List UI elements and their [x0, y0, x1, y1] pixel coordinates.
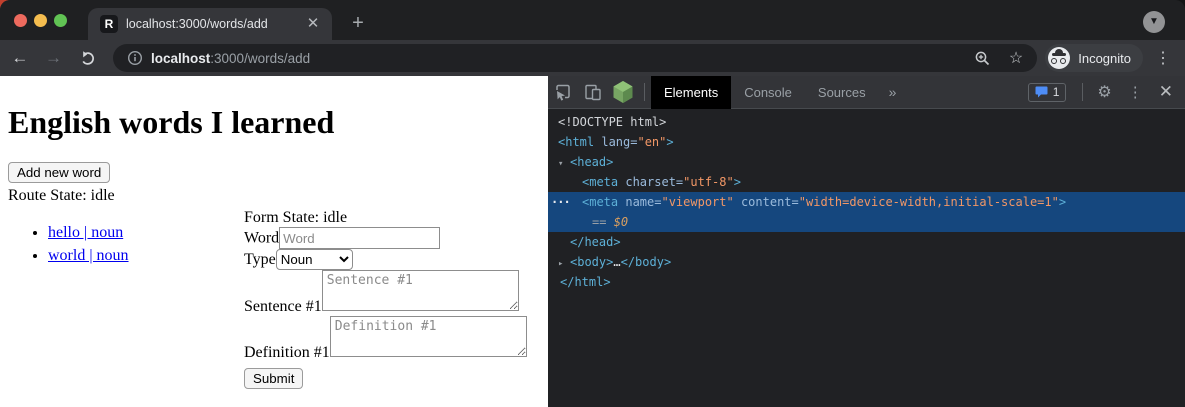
- browser-menu-icon[interactable]: ⋮: [1155, 48, 1171, 68]
- route-state-text: Route State: idle: [8, 187, 540, 205]
- type-label: Type: [244, 251, 276, 268]
- browser-tab[interactable]: R localhost:3000/words/add ✕: [88, 8, 332, 40]
- remix-favicon-icon: R: [100, 15, 118, 33]
- window-close-button[interactable]: [14, 14, 27, 27]
- new-tab-button[interactable]: +: [344, 10, 372, 38]
- page-title: English words I learned: [8, 104, 540, 141]
- reload-button[interactable]: [73, 50, 101, 67]
- submit-button[interactable]: Submit: [244, 368, 303, 389]
- devtools-close-icon[interactable]: ✕: [1151, 82, 1185, 102]
- tab-sources[interactable]: Sources: [805, 76, 879, 109]
- issues-count: 1: [1053, 85, 1060, 99]
- incognito-badge: Incognito: [1045, 44, 1143, 72]
- window-minimize-button[interactable]: [34, 14, 47, 27]
- word-link[interactable]: hello | noun: [48, 224, 123, 241]
- definition-label: Definition #1: [244, 344, 330, 361]
- incognito-label: Incognito: [1078, 51, 1131, 66]
- form-state-text: Form State: idle: [244, 208, 544, 227]
- browser-toolbar: ← → localhost:3000/words/add: [0, 40, 1185, 76]
- screen: R localhost:3000/words/add ✕ + ▼ ← →: [0, 0, 1185, 407]
- devtools-code-line[interactable]: ···<meta name="viewport" content="width=…: [548, 192, 1185, 212]
- reload-icon: [79, 50, 96, 67]
- devtools-menu-icon[interactable]: ⋮: [1120, 83, 1151, 101]
- tab-strip: R localhost:3000/words/add ✕ + ▼: [0, 0, 1185, 40]
- add-new-word-button[interactable]: Add new word: [8, 162, 110, 183]
- devtools-code-line[interactable]: </html>: [548, 272, 1185, 292]
- devtools-code-line[interactable]: == $0: [548, 212, 1185, 232]
- devtools-code-line[interactable]: <meta charset="utf-8">: [548, 172, 1185, 192]
- word-link[interactable]: world | noun: [48, 247, 129, 264]
- page-info-icon[interactable]: [127, 50, 143, 66]
- devtools-settings-gear-icon[interactable]: ⚙: [1089, 82, 1119, 102]
- device-toolbar-icon[interactable]: [578, 79, 608, 105]
- expand-arrow-closed-icon[interactable]: ▸: [558, 254, 570, 274]
- devtools-code-line[interactable]: ▸<body>…</body>: [548, 252, 1185, 272]
- tab-elements[interactable]: Elements: [651, 76, 731, 109]
- devtools-code-line[interactable]: ▾<head>: [548, 152, 1185, 172]
- nodejs-icon[interactable]: [608, 79, 638, 105]
- address-bar[interactable]: localhost:3000/words/add ☆: [113, 44, 1037, 72]
- more-tabs-icon[interactable]: »: [879, 84, 907, 100]
- bookmark-star-icon[interactable]: ☆: [1009, 48, 1023, 68]
- definition-textarea[interactable]: [330, 316, 527, 357]
- content-area: English words I learned Add new word Rou…: [0, 76, 1185, 407]
- expand-arrow-open-icon[interactable]: ▾: [558, 154, 570, 174]
- selected-node-dots-icon[interactable]: ···: [551, 192, 570, 212]
- window-zoom-button[interactable]: [54, 14, 67, 27]
- tab-title: localhost:3000/words/add: [126, 17, 298, 31]
- forward-button[interactable]: →: [40, 48, 68, 68]
- type-select[interactable]: Noun: [276, 249, 353, 270]
- tab-search-chevron-icon[interactable]: ▼: [1143, 11, 1165, 33]
- devtools-code-line[interactable]: <html lang="en">: [548, 132, 1185, 152]
- sentence-textarea[interactable]: [322, 270, 519, 311]
- word-input[interactable]: [279, 227, 440, 249]
- url-text: localhost:3000/words/add: [151, 51, 310, 66]
- devtools-code-line[interactable]: </head>: [548, 232, 1185, 252]
- inspect-element-icon[interactable]: [548, 79, 578, 105]
- tab-console[interactable]: Console: [731, 76, 805, 109]
- zoom-level-icon[interactable]: [974, 50, 991, 67]
- tab-close-icon[interactable]: ✕: [304, 15, 322, 33]
- devtools-toolbar: Elements Console Sources » 1 ⚙ ⋮: [548, 76, 1185, 109]
- word-label: Word: [244, 230, 279, 247]
- issues-bubble-icon: [1035, 86, 1048, 98]
- browser-window: R localhost:3000/words/add ✕ + ▼ ← →: [0, 0, 1185, 407]
- web-page: English words I learned Add new word Rou…: [0, 76, 548, 407]
- back-button[interactable]: ←: [6, 48, 34, 68]
- devtools-elements-tree: <!DOCTYPE html><html lang="en">▾<head><m…: [548, 109, 1185, 292]
- devtools-code-line[interactable]: <!DOCTYPE html>: [548, 112, 1185, 132]
- sentence-label: Sentence #1: [244, 298, 322, 315]
- issues-counter[interactable]: 1: [1028, 83, 1067, 102]
- devtools-panel: Elements Console Sources » 1 ⚙ ⋮: [548, 76, 1185, 407]
- add-word-form: Form State: idle Word TypeNoun Sentence …: [244, 208, 544, 389]
- incognito-icon: [1048, 47, 1070, 69]
